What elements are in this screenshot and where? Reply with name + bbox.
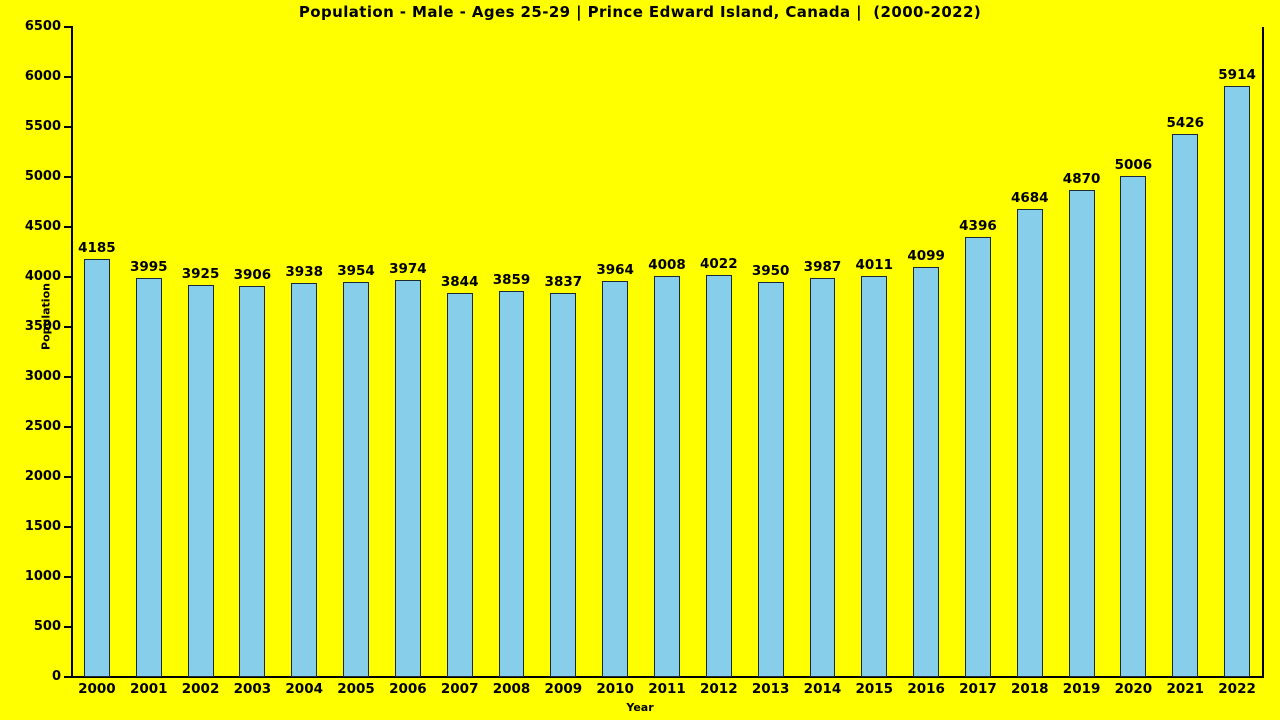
y-axis-tick bbox=[64, 626, 73, 628]
y-axis-tick bbox=[64, 276, 73, 278]
bar-2019[interactable] bbox=[1068, 190, 1095, 677]
y-axis-tick-label: 6500 bbox=[0, 19, 61, 35]
y-axis-tick bbox=[64, 326, 73, 328]
y-axis-tick-label-text: 3500 bbox=[24, 319, 61, 334]
bar-2008[interactable] bbox=[498, 291, 525, 677]
bar-2022[interactable] bbox=[1224, 85, 1251, 677]
bar-2013[interactable] bbox=[757, 282, 784, 677]
y-axis-tick-label-text: 4000 bbox=[24, 269, 61, 284]
x-axis-title: Year bbox=[626, 701, 654, 714]
bar-2016[interactable] bbox=[913, 267, 940, 677]
bar-value-label: 4185 bbox=[78, 239, 116, 256]
bar-value-label: 4684 bbox=[1010, 189, 1049, 206]
y-axis-tick-label: 5500 bbox=[0, 119, 61, 135]
bar-2010[interactable] bbox=[602, 280, 629, 677]
bar-2005[interactable] bbox=[343, 281, 369, 677]
bar-2007[interactable] bbox=[446, 292, 473, 677]
bar-value-label: 4396 bbox=[959, 218, 997, 235]
bar-value-label: 4099 bbox=[907, 248, 945, 265]
y-axis-tick-label: 2000 bbox=[0, 469, 61, 485]
bar-2011[interactable] bbox=[654, 276, 680, 677]
bar-2006[interactable] bbox=[394, 279, 421, 677]
bar-value-label: 5426 bbox=[1166, 115, 1205, 132]
bar-2009[interactable] bbox=[550, 293, 577, 677]
right-spine bbox=[1262, 27, 1264, 678]
y-axis-tick-label-text: 3000 bbox=[24, 369, 61, 384]
y-axis-tick-label-text: 500 bbox=[33, 619, 61, 634]
bar-2014[interactable] bbox=[809, 278, 836, 677]
y-axis-tick-label: 0 bbox=[0, 669, 61, 685]
y-axis-title: Population bbox=[39, 283, 53, 350]
y-axis-tick-label: 6000 bbox=[0, 69, 61, 85]
bar-value-label: 4870 bbox=[1062, 171, 1101, 187]
y-axis-tick-label: 1500 bbox=[0, 519, 61, 535]
y-axis-tick-label-text: 2000 bbox=[24, 469, 61, 484]
y-axis-tick-label-text: 4500 bbox=[24, 219, 61, 234]
y-axis-line bbox=[71, 27, 73, 678]
y-axis-tick-label: 5000 bbox=[0, 169, 61, 185]
bar-2000[interactable] bbox=[83, 258, 110, 677]
y-axis-tick bbox=[64, 26, 73, 28]
bar-2021[interactable] bbox=[1172, 134, 1199, 677]
y-axis-tick-label: 2500 bbox=[0, 419, 61, 435]
bar-2015[interactable] bbox=[861, 275, 888, 677]
bar-2001[interactable] bbox=[135, 277, 162, 677]
y-axis-tick bbox=[64, 376, 73, 378]
y-axis-tick-label-text: 0 bbox=[51, 669, 61, 684]
bar-value-label: 5006 bbox=[1114, 157, 1153, 174]
y-axis-tick-label-text: 1500 bbox=[24, 519, 61, 534]
y-axis-tick bbox=[64, 426, 73, 428]
y-axis-tick bbox=[64, 676, 73, 678]
y-axis-tick-label-text: 5500 bbox=[24, 119, 61, 134]
y-axis-tick-label-text: 1000 bbox=[24, 569, 61, 584]
y-axis-tick bbox=[64, 176, 73, 178]
y-axis-tick-label: 500 bbox=[0, 619, 61, 635]
bar-2003[interactable] bbox=[239, 286, 266, 677]
y-axis-tick bbox=[64, 576, 73, 578]
y-axis-tick bbox=[64, 126, 73, 128]
y-axis-tick-label-text: 5000 bbox=[24, 169, 61, 184]
y-axis-tick bbox=[64, 76, 73, 78]
y-axis-tick bbox=[64, 476, 73, 478]
y-axis-tick-label-text: 6500 bbox=[24, 19, 61, 34]
chart-title: Population - Male - Ages 25-29 | Prince … bbox=[298, 3, 982, 21]
y-axis-tick-label-text: 2500 bbox=[24, 419, 61, 434]
bar-value-label: 5914 bbox=[1218, 66, 1256, 83]
bar-2004[interactable] bbox=[291, 283, 318, 677]
bar-2018[interactable] bbox=[1016, 208, 1043, 677]
bar-chart: Population - Male - Ages 25-29 | Prince … bbox=[0, 0, 1280, 720]
y-axis-tick bbox=[64, 226, 73, 228]
bar-2012[interactable] bbox=[705, 274, 732, 677]
y-axis-tick-label: 1000 bbox=[0, 569, 61, 585]
bar-2020[interactable] bbox=[1120, 176, 1147, 677]
y-axis-tick-label: 4500 bbox=[0, 219, 61, 235]
bar-2017[interactable] bbox=[965, 237, 991, 677]
y-axis-tick-label-text: 6000 bbox=[24, 69, 61, 84]
y-axis-tick bbox=[64, 526, 73, 528]
bar-2002[interactable] bbox=[187, 284, 214, 677]
x-axis-tick-label: 2022 bbox=[1218, 681, 1256, 697]
